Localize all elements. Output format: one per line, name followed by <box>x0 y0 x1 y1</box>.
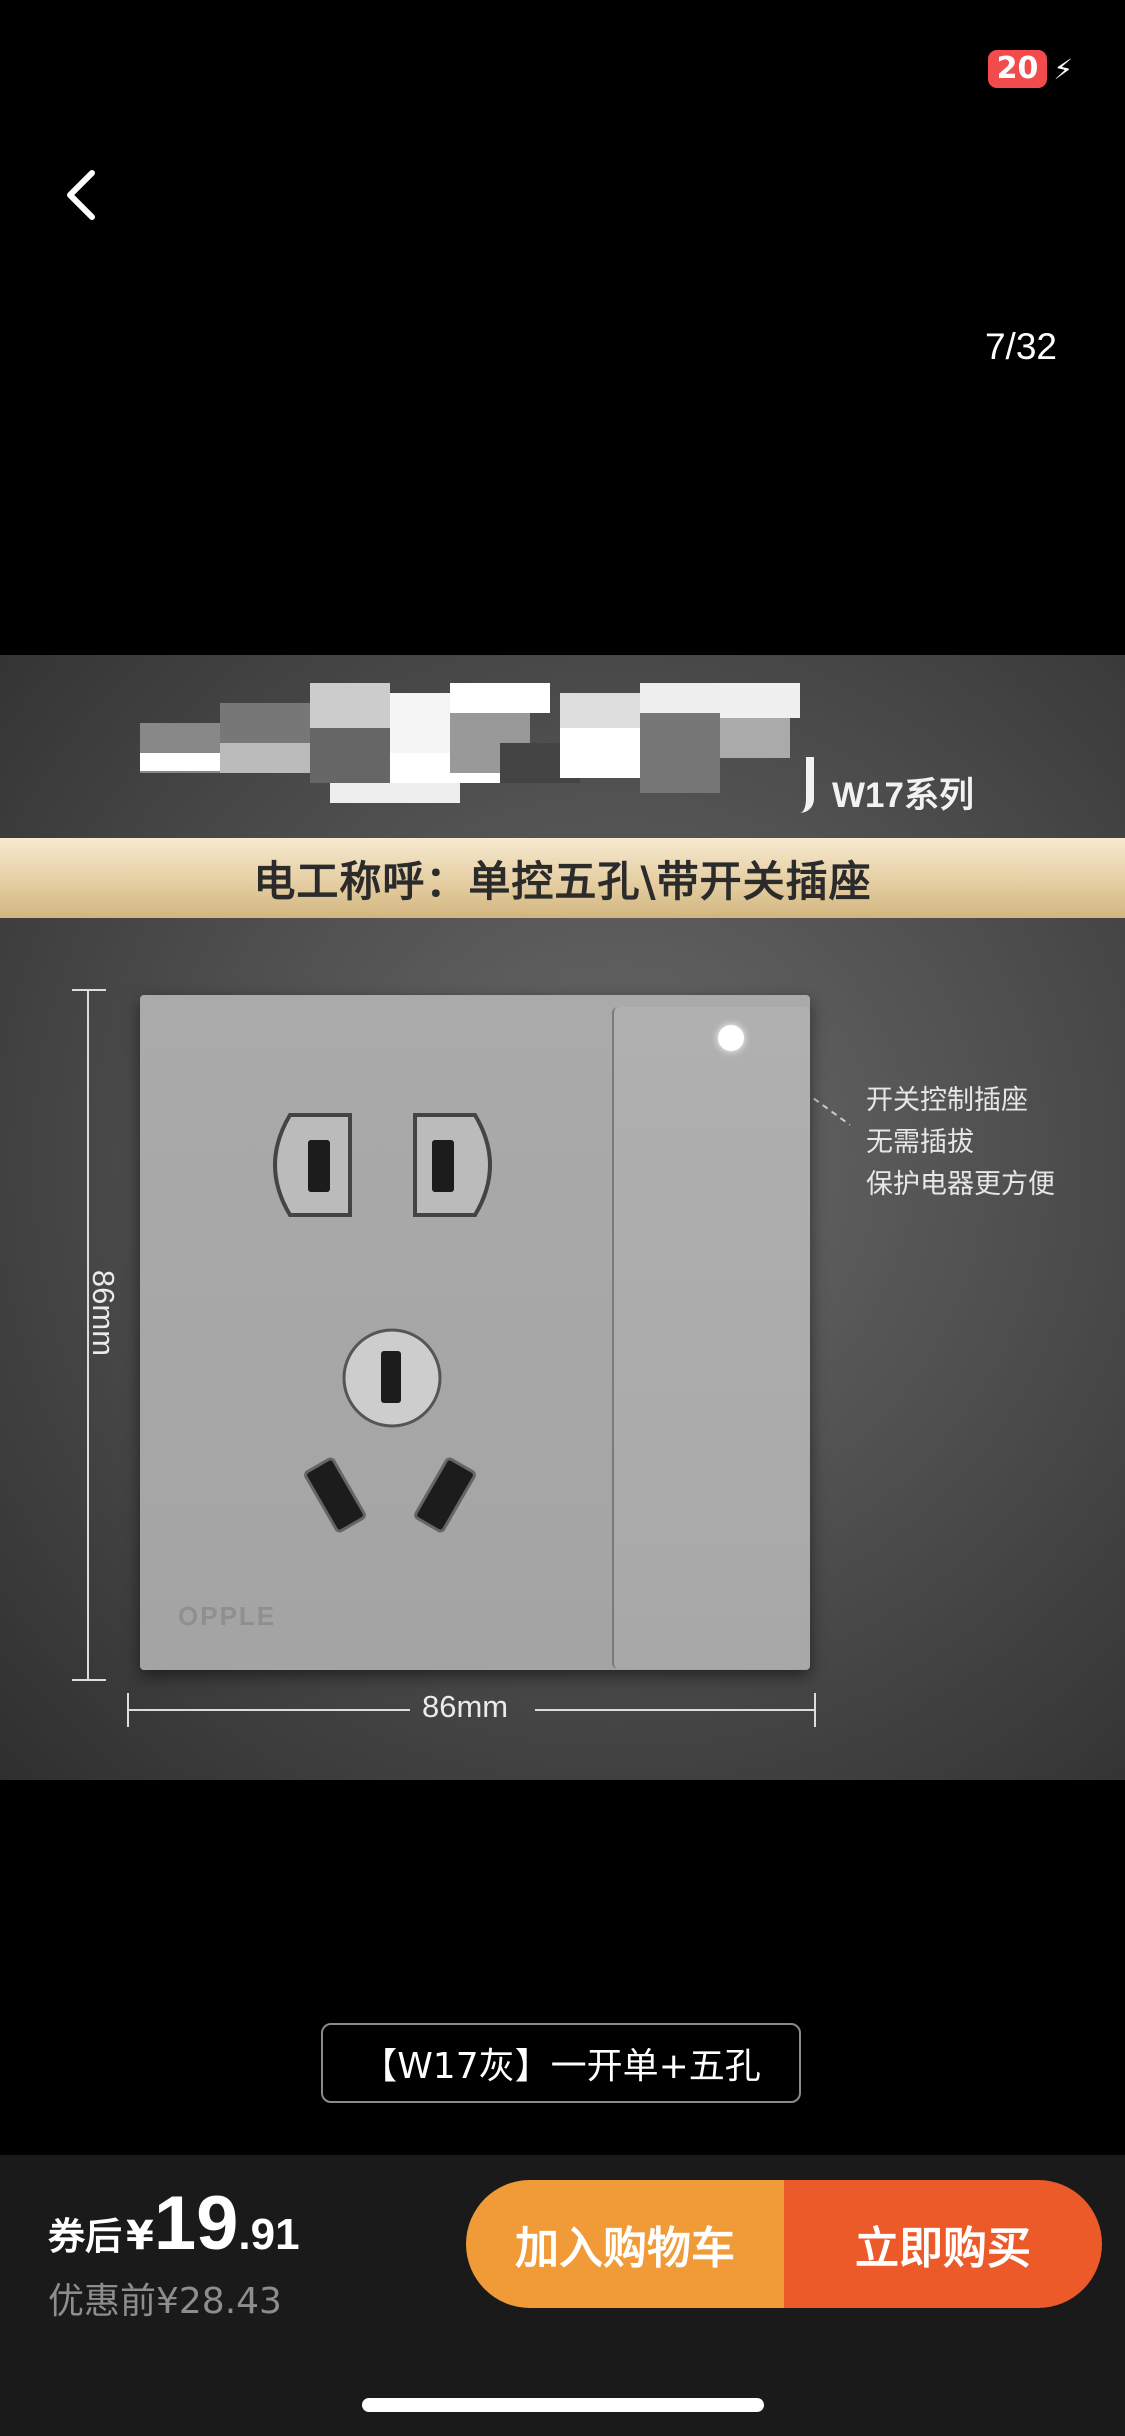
price-decimal: .91 <box>238 2210 300 2259</box>
feature-callout: 开关控制插座 无需插拔 保护电器更方便 <box>866 1079 1055 1205</box>
callout-line: 无需插拔 <box>866 1127 974 1157</box>
back-button[interactable] <box>58 165 108 225</box>
home-indicator[interactable] <box>362 2398 764 2412</box>
battery-level: 20 <box>987 50 1048 88</box>
width-dimension-label: 86mm <box>422 1689 509 1724</box>
purchase-button-group: 加入购物车 立即购买 <box>466 2180 1102 2308</box>
chevron-left-icon <box>67 170 95 220</box>
callout-line: 保护电器更方便 <box>866 1169 1055 1199</box>
price-row: 券后 ¥ 19 .91 <box>48 2180 300 2267</box>
coupon-label: 券后 <box>48 2215 122 2258</box>
image-counter: 7/32 <box>984 326 1057 367</box>
battery-indicator: 20 ⚡ <box>987 50 1073 88</box>
variant-chip[interactable]: 【W17灰】一开单+五孔 <box>321 2023 801 2103</box>
buy-now-button[interactable]: 立即购买 <box>784 2180 1102 2308</box>
currency-symbol: ¥ <box>126 2213 154 2259</box>
product-image[interactable]: W17系列 电工称呼：单控五孔\带开关插座 开关控制插座 无需插拔 保护电器更方… <box>0 655 1125 1780</box>
price-integer: 19 <box>153 2181 239 2266</box>
brand-logo: OPPLE <box>178 1601 277 1631</box>
socket-holes-icon <box>273 1113 492 1533</box>
switch-rocker <box>612 1007 810 1669</box>
original-price: 优惠前¥28.43 <box>48 2281 282 2322</box>
variant-label: 【W17灰】一开单+五孔 <box>361 2046 761 2087</box>
callout-line: 开关控制插座 <box>866 1085 1028 1115</box>
indicator-light-icon <box>718 1025 744 1051</box>
charging-bolt-icon: ⚡ <box>1053 52 1073 86</box>
add-to-cart-button[interactable]: 加入购物车 <box>466 2180 784 2308</box>
height-dimension-label: 86mm <box>86 1269 122 1357</box>
